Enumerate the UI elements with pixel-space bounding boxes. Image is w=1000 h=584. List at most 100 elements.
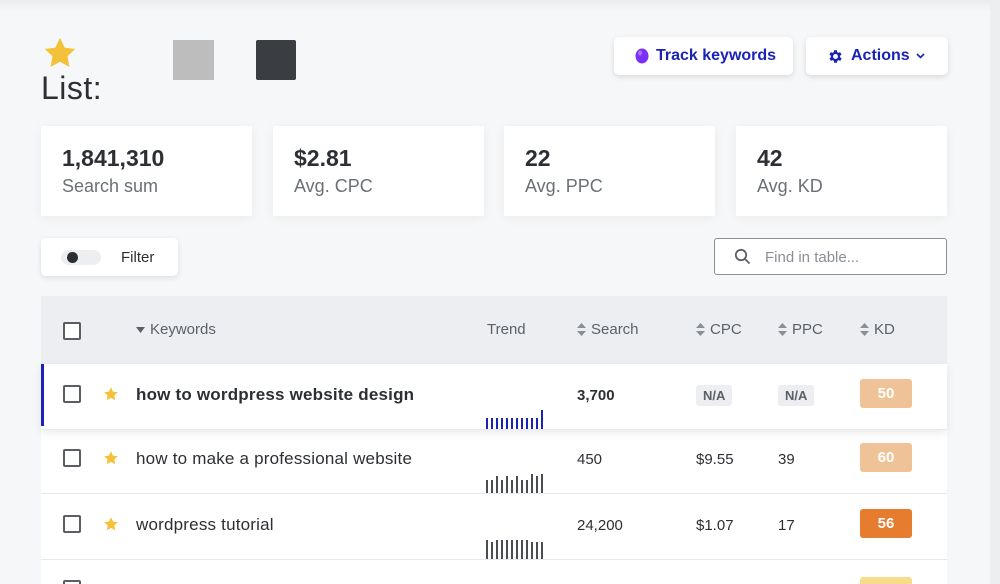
trend-bar — [541, 474, 543, 493]
trend-bar — [511, 480, 513, 493]
trend-bar — [521, 418, 523, 429]
trend-bar — [516, 418, 518, 429]
row-checkbox[interactable] — [63, 449, 81, 467]
stat-label: Search sum — [62, 176, 159, 196]
stat-label: Avg. CPC — [294, 176, 373, 196]
keyword-cell[interactable]: how to make a professional website — [136, 449, 412, 469]
column-header-search[interactable]: Search — [577, 321, 639, 338]
trend-bar — [491, 418, 493, 429]
trend-bar — [491, 542, 493, 559]
top-shadow — [0, 0, 1000, 12]
trend-bar — [541, 542, 543, 559]
trend-bar — [501, 480, 503, 493]
stat-value: $2.81 — [294, 145, 352, 171]
sort-desc-icon — [136, 326, 145, 333]
stat-card-avg-ppc: 22 Avg. PPC — [504, 126, 715, 216]
trend-bar — [501, 540, 503, 559]
table-row[interactable]: wordpress tutorial 24,200 $1.07 17 56 — [41, 494, 947, 560]
trend-bar — [516, 540, 518, 559]
trend-bar — [496, 418, 498, 429]
star-icon[interactable] — [103, 386, 119, 402]
chevron-down-icon — [916, 53, 925, 59]
trend-bar — [506, 476, 508, 493]
column-header-label: PPC — [792, 321, 823, 338]
filter-toggle-button[interactable]: Filter — [41, 238, 178, 276]
column-header-cpc[interactable]: CPC — [696, 321, 742, 338]
stat-card-search-sum: 1,841,310 Search sum — [41, 126, 252, 216]
stat-value: 42 — [757, 145, 783, 171]
ppc-na-badge: N/A — [778, 385, 815, 406]
star-icon[interactable] — [103, 516, 119, 532]
trend-bar — [486, 480, 488, 493]
track-keywords-label: Track keywords — [656, 47, 777, 64]
trend-bar — [511, 418, 513, 429]
cpc-na-badge: N/A — [696, 385, 733, 406]
search-volume-cell: 24,200 — [577, 517, 623, 534]
kd-badge: 50 — [860, 379, 912, 408]
column-header-label: KD — [874, 321, 895, 338]
row-checkbox[interactable] — [63, 515, 81, 533]
trend-bar — [536, 542, 538, 559]
trend-sparkline — [486, 469, 546, 493]
column-header-label: CPC — [710, 321, 742, 338]
kd-badge — [860, 577, 912, 584]
list-title: List: — [41, 70, 103, 106]
sort-icon — [696, 323, 705, 336]
trend-bar — [516, 476, 518, 493]
row-checkbox[interactable] — [63, 580, 81, 584]
cpc-cell: $1.07 — [696, 517, 734, 534]
list-color-swatch-light[interactable] — [173, 40, 214, 80]
stat-value: 1,841,310 — [62, 145, 165, 171]
actions-button[interactable]: Actions — [806, 37, 948, 75]
toggle-knob — [67, 252, 78, 263]
trend-sparkline — [486, 405, 546, 429]
column-header-trend: Trend — [487, 321, 526, 338]
column-header-label: Trend — [487, 321, 526, 338]
table-row[interactable]: how to make a professional website 450 $… — [41, 428, 947, 494]
search-volume-cell: 450 — [577, 451, 603, 468]
trend-bar — [531, 474, 533, 493]
sort-icon — [577, 323, 586, 336]
trend-bar — [531, 418, 533, 429]
trend-bar — [536, 418, 538, 429]
stat-card-avg-kd: 42 Avg. KD — [736, 126, 947, 216]
table-row[interactable]: how to wordpress website design 3,700 N/… — [41, 364, 947, 430]
search-icon — [734, 248, 751, 270]
column-header-ppc[interactable]: PPC — [778, 321, 823, 338]
list-color-swatch-dark[interactable] — [256, 40, 296, 80]
cpc-cell: $9.55 — [696, 451, 734, 468]
find-in-table-field[interactable] — [714, 238, 947, 275]
stat-label: Avg. PPC — [525, 176, 603, 196]
column-header-keywords[interactable]: Keywords — [136, 321, 216, 338]
keyword-cell[interactable]: wordpress tutorial — [136, 515, 274, 535]
actions-label: Actions — [851, 47, 910, 64]
trend-bar — [496, 540, 498, 559]
column-header-label: Keywords — [150, 321, 216, 338]
stat-value: 22 — [525, 145, 551, 171]
trend-bar — [526, 418, 528, 429]
trend-bar — [506, 418, 508, 429]
trend-bar — [526, 480, 528, 493]
trend-bar — [486, 418, 488, 429]
filter-toggle-switch[interactable] — [61, 250, 101, 265]
trend-bar — [541, 410, 543, 429]
track-keywords-button[interactable]: Track keywords — [614, 37, 793, 75]
find-in-table-input[interactable] — [765, 245, 935, 269]
stat-card-avg-cpc: $2.81 Avg. CPC — [273, 126, 484, 216]
kd-badge: 56 — [860, 509, 912, 538]
column-header-kd[interactable]: KD — [860, 321, 895, 338]
table-row-partial[interactable] — [41, 560, 947, 584]
trend-sparkline — [486, 535, 546, 559]
select-all-checkbox[interactable] — [63, 322, 81, 340]
column-header-label: Search — [591, 321, 639, 338]
trend-bar — [496, 476, 498, 493]
row-checkbox[interactable] — [63, 385, 81, 403]
keyword-cell[interactable]: how to wordpress website design — [136, 385, 414, 405]
trend-bar — [521, 480, 523, 493]
stat-label: Avg. KD — [757, 176, 823, 196]
trend-bar — [521, 540, 523, 559]
trend-bar — [536, 476, 538, 493]
search-volume-cell: 3,700 — [577, 387, 615, 404]
star-icon[interactable] — [103, 450, 119, 466]
ppc-cell: 39 — [778, 451, 795, 468]
